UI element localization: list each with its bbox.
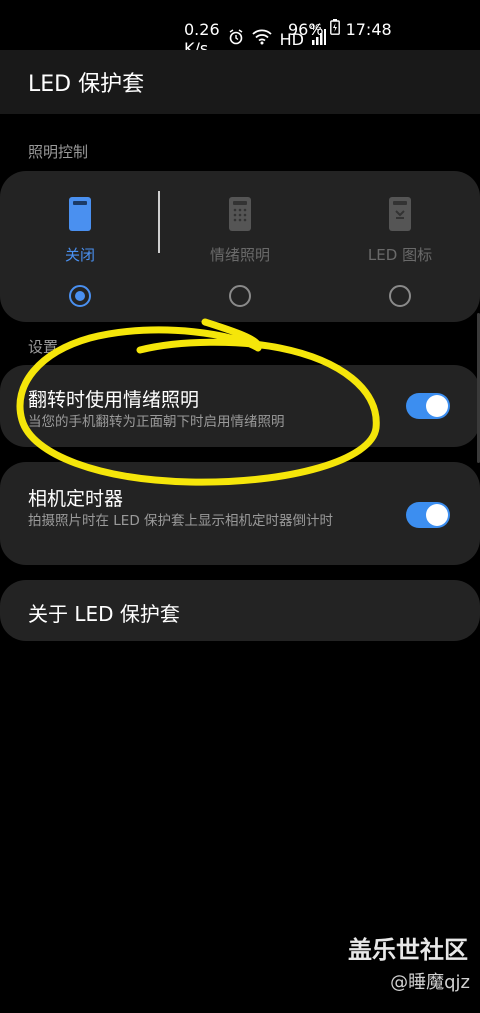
radio-off[interactable] bbox=[69, 285, 91, 307]
mode-label-led-icon: LED 图标 bbox=[367, 246, 433, 264]
lighting-mode-card: 关闭 情绪照明 LED 图标 bbox=[0, 171, 480, 322]
battery-percent: 96% bbox=[288, 19, 324, 39]
battery-charging-icon bbox=[329, 19, 340, 39]
about-led-cover-row[interactable]: 关于 LED 保护套 bbox=[0, 580, 480, 641]
page-title: LED 保护套 bbox=[28, 72, 145, 97]
phone-cover-dots-icon bbox=[229, 197, 251, 231]
phone-cover-led-icon bbox=[389, 197, 411, 231]
clock: 17:48 bbox=[345, 19, 392, 39]
radio-mood[interactable] bbox=[229, 285, 251, 307]
setting-subtitle-camera: 拍摄照片时在 LED 保护套上显示相机定时器倒计时 bbox=[28, 513, 334, 529]
about-label: 关于 LED 保护套 bbox=[28, 602, 180, 626]
radio-led-icon[interactable] bbox=[389, 285, 411, 307]
wifi-icon bbox=[252, 29, 272, 49]
mode-label-mood: 情绪照明 bbox=[209, 246, 270, 264]
toggle-flip-mood[interactable] bbox=[406, 393, 450, 419]
setting-title-camera: 相机定时器 bbox=[28, 488, 124, 510]
setting-title-flip: 翻转时使用情绪照明 bbox=[28, 389, 200, 411]
setting-row-flip-mood[interactable]: 翻转时使用情绪照明 当您的手机翻转为正面朝下时启用情绪照明 bbox=[0, 365, 480, 447]
alarm-icon bbox=[228, 29, 244, 49]
mode-option-led-icon[interactable]: LED 图标 bbox=[320, 171, 480, 321]
lighting-section-label: 照明控制 bbox=[28, 143, 89, 161]
mode-option-mood-lighting[interactable]: 情绪照明 bbox=[160, 171, 320, 321]
phone-cover-icon bbox=[69, 197, 91, 231]
title-bar: LED 保护套 bbox=[0, 50, 480, 114]
status-right: 96% 17:48 bbox=[288, 19, 392, 39]
mode-option-off[interactable]: 关闭 bbox=[0, 171, 160, 321]
toggle-camera-timer[interactable] bbox=[406, 502, 450, 528]
setting-row-camera-timer[interactable]: 相机定时器 拍摄照片时在 LED 保护套上显示相机定时器倒计时 bbox=[0, 462, 480, 565]
mode-label-off: 关闭 bbox=[64, 246, 95, 264]
settings-section-label: 设置 bbox=[28, 338, 59, 356]
watermark-brand: 盖乐世社区 bbox=[348, 936, 468, 964]
setting-subtitle-flip: 当您的手机翻转为正面朝下时启用情绪照明 bbox=[28, 414, 285, 430]
watermark-author: @睡魔qjz bbox=[390, 972, 470, 993]
